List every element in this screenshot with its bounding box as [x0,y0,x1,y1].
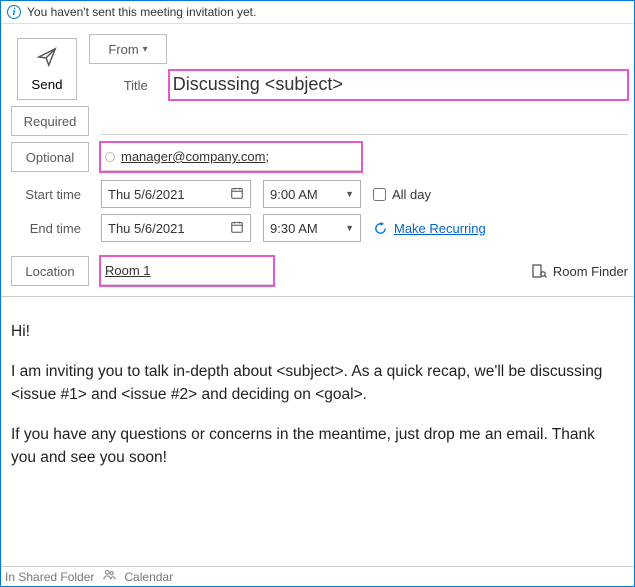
title-input[interactable] [169,70,628,100]
make-recurring-label: Make Recurring [394,221,486,236]
start-time-value: 9:00 AM [270,187,318,202]
all-day-label: All day [392,187,431,202]
calendar-status: Calendar [124,570,173,584]
from-label: From [108,42,138,57]
required-field[interactable] [101,107,628,135]
all-day-input[interactable] [373,188,386,201]
required-button[interactable]: Required [11,106,89,136]
optional-button[interactable]: Optional [11,142,89,172]
chevron-down-icon: ▼ [345,189,354,199]
send-icon [36,46,58,71]
info-text: You haven't sent this meeting invitation… [27,5,256,19]
people-icon [102,568,116,585]
end-time-label: End time [11,221,89,236]
make-recurring-link[interactable]: Make Recurring [373,221,486,236]
end-date-value: Thu 5/6/2021 [108,221,185,236]
end-date-picker[interactable]: Thu 5/6/2021 [101,214,251,242]
room-finder-label: Room Finder [553,264,628,279]
end-time-picker[interactable]: 9:30 AM ▼ [263,214,361,242]
start-time-picker[interactable]: 9:00 AM ▼ [263,180,361,208]
end-time-value: 9:30 AM [270,221,318,236]
location-field[interactable]: Room 1 [101,257,273,285]
availability-dot-icon [105,152,115,162]
body-paragraph: If you have any questions or concerns in… [11,424,624,469]
body-paragraph: Hi! [11,321,624,343]
start-date-picker[interactable]: Thu 5/6/2021 [101,180,251,208]
body-paragraph: I am inviting you to talk in-depth about… [11,361,624,406]
location-value: Room 1 [105,263,151,278]
location-button[interactable]: Location [11,256,89,286]
all-day-checkbox[interactable]: All day [373,187,431,202]
recurring-icon [373,221,388,236]
title-label: Title [89,70,157,100]
room-finder-icon [531,263,547,279]
start-time-label: Start time [11,187,89,202]
send-button[interactable]: Send [17,38,77,100]
from-button[interactable]: From ▾ [89,34,167,64]
chevron-down-icon: ▾ [143,44,148,55]
calendar-icon [230,220,244,237]
optional-attendee[interactable]: manager@company.com; [121,149,269,164]
calendar-icon [230,186,244,203]
status-bar: In Shared Folder Calendar [1,566,634,586]
room-finder-button[interactable]: Room Finder [531,263,628,279]
message-body[interactable]: Hi! I am inviting you to talk in-depth a… [1,297,634,497]
send-label: Send [31,77,62,92]
folder-status: In Shared Folder [5,570,94,584]
chevron-down-icon: ▼ [345,223,354,233]
meeting-form: Send From ▾ Title Required [1,24,634,297]
info-icon: i [7,5,21,19]
start-date-value: Thu 5/6/2021 [108,187,185,202]
info-bar: i You haven't sent this meeting invitati… [1,1,634,24]
optional-field[interactable]: manager@company.com; [101,143,361,171]
